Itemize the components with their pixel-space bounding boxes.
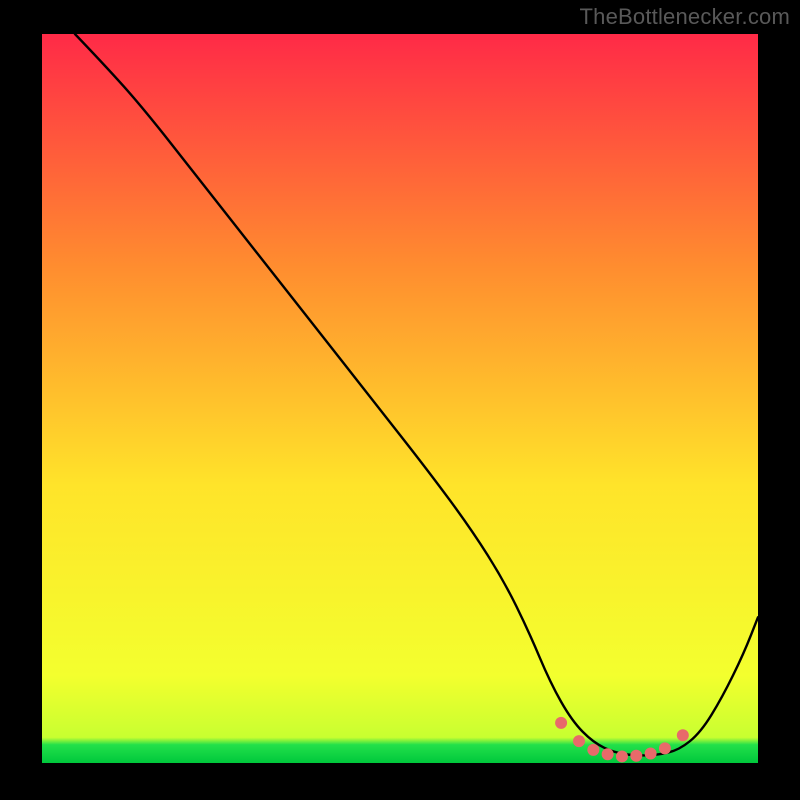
optimal-point xyxy=(555,717,567,729)
plot-area xyxy=(42,34,758,763)
optimal-point xyxy=(587,744,599,756)
optimal-point xyxy=(630,750,642,762)
optimal-point xyxy=(659,742,671,754)
optimal-point xyxy=(677,729,689,741)
optimal-point xyxy=(616,750,628,762)
chart-frame: TheBottlenecker.com xyxy=(0,0,800,800)
watermark-text: TheBottlenecker.com xyxy=(580,4,790,30)
gradient-background xyxy=(42,34,758,763)
optimal-point xyxy=(602,748,614,760)
optimal-point xyxy=(573,735,585,747)
optimal-point xyxy=(645,748,657,760)
bottleneck-chart xyxy=(42,34,758,763)
